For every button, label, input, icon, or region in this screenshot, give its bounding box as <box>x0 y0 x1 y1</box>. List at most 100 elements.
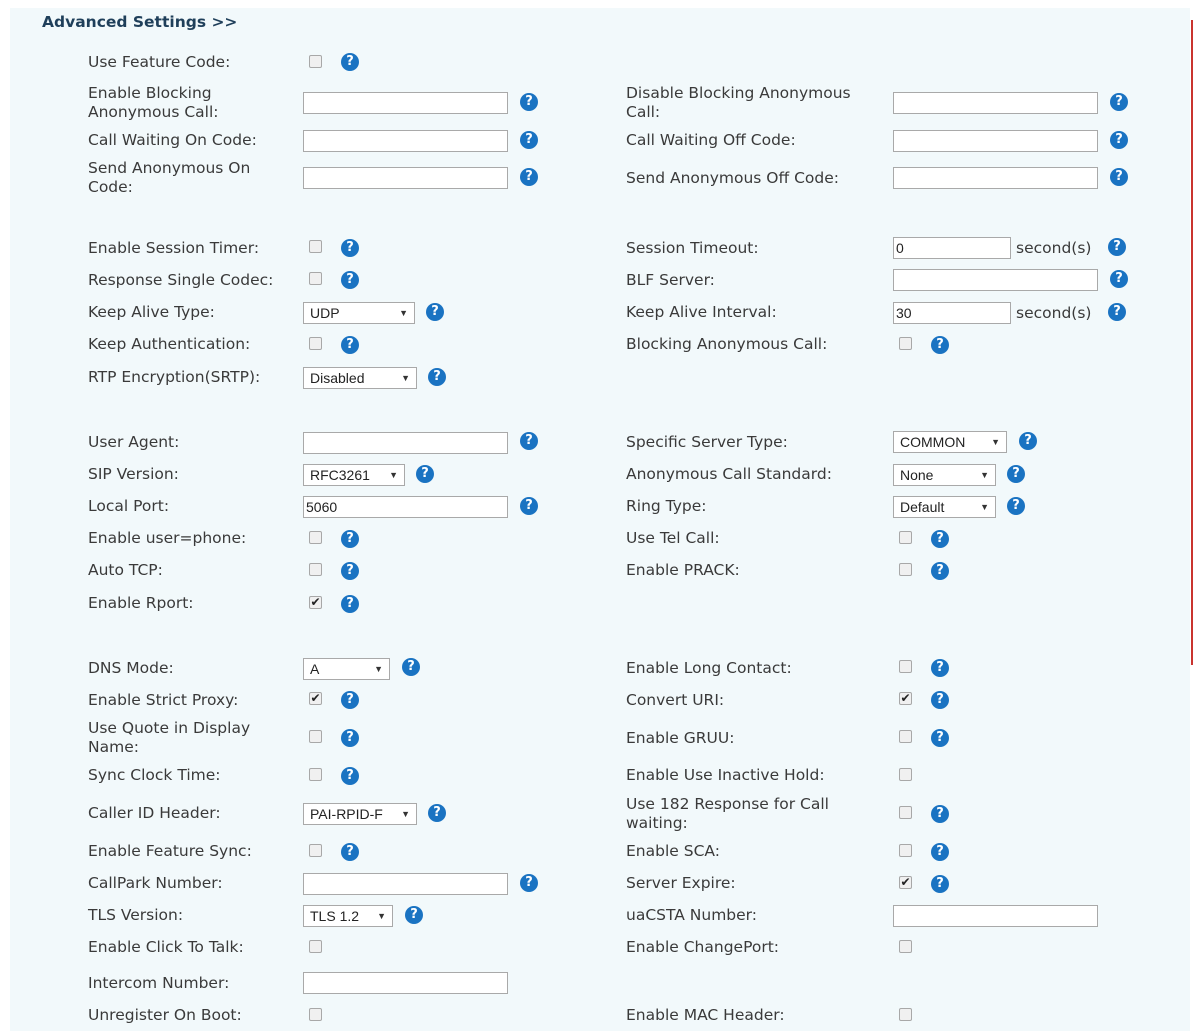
help-icon[interactable]: ? <box>520 432 538 450</box>
enable-strict-proxy-checkbox[interactable]: ✔ <box>309 692 322 705</box>
disable-blocking-anon-call-input[interactable] <box>893 92 1098 114</box>
caller-id-header-select[interactable]: PAI-RPID-F ▼ <box>303 803 417 825</box>
help-icon[interactable]: ? <box>931 729 949 747</box>
user-agent-input[interactable] <box>303 432 508 454</box>
help-icon[interactable]: ? <box>428 804 446 822</box>
ring-type-select[interactable]: Default ▼ <box>893 496 996 518</box>
dns-mode-select[interactable]: A ▼ <box>303 658 390 680</box>
help-icon[interactable]: ? <box>341 691 359 709</box>
help-icon[interactable]: ? <box>341 271 359 289</box>
enable-user-phone-checkbox[interactable] <box>309 531 322 544</box>
send-anon-on-code-input[interactable] <box>303 167 508 189</box>
use-182-response-checkbox[interactable] <box>899 806 912 819</box>
uacsta-number-label: uaCSTA Number: <box>626 906 757 924</box>
section-title[interactable]: Advanced Settings >> <box>42 13 237 31</box>
help-icon[interactable]: ? <box>931 562 949 580</box>
response-single-codec-checkbox[interactable] <box>309 272 322 285</box>
ring-type-value: Default <box>900 499 945 515</box>
session-timeout-input[interactable]: 0 <box>893 237 1011 259</box>
help-icon[interactable]: ? <box>931 530 949 548</box>
blocking-anon-call-checkbox[interactable] <box>899 337 912 350</box>
enable-gruu-checkbox[interactable] <box>899 730 912 743</box>
enable-use-inactive-hold-label: Enable Use Inactive Hold: <box>626 766 825 784</box>
enable-long-contact-checkbox[interactable] <box>899 660 912 673</box>
help-icon[interactable]: ? <box>520 168 538 186</box>
help-icon[interactable]: ? <box>1007 465 1025 483</box>
sip-version-select[interactable]: RFC3261 ▼ <box>303 464 405 486</box>
enable-feature-sync-checkbox[interactable] <box>309 844 322 857</box>
anon-call-standard-select[interactable]: None ▼ <box>893 464 996 486</box>
help-icon[interactable]: ? <box>1110 93 1128 111</box>
help-icon[interactable]: ? <box>341 562 359 580</box>
unregister-on-boot-checkbox[interactable] <box>309 1008 322 1021</box>
enable-prack-checkbox[interactable] <box>899 563 912 576</box>
uacsta-number-input[interactable] <box>893 905 1098 927</box>
help-icon[interactable]: ? <box>1019 432 1037 450</box>
help-icon[interactable]: ? <box>1110 131 1128 149</box>
sync-clock-time-checkbox[interactable] <box>309 768 322 781</box>
help-icon[interactable]: ? <box>426 303 444 321</box>
help-icon[interactable]: ? <box>341 729 359 747</box>
use-feature-code-label: Use Feature Code: <box>88 53 231 71</box>
help-icon[interactable]: ? <box>428 368 446 386</box>
help-icon[interactable]: ? <box>1108 303 1126 321</box>
tls-version-select[interactable]: TLS 1.2 ▼ <box>303 905 393 927</box>
enable-gruu-label: Enable GRUU: <box>626 729 735 747</box>
keep-authentication-checkbox[interactable] <box>309 337 322 350</box>
rtp-encryption-select[interactable]: Disabled ▼ <box>303 367 417 389</box>
help-icon[interactable]: ? <box>402 658 420 676</box>
help-icon[interactable]: ? <box>1110 168 1128 186</box>
use-feature-code-checkbox[interactable] <box>309 55 322 68</box>
help-icon[interactable]: ? <box>341 239 359 257</box>
help-icon[interactable]: ? <box>520 93 538 111</box>
convert-uri-checkbox[interactable]: ✔ <box>899 692 912 705</box>
enable-blocking-anon-call-input[interactable] <box>303 92 508 114</box>
enable-mac-header-checkbox[interactable] <box>899 1008 912 1021</box>
intercom-number-input[interactable] <box>303 972 508 994</box>
help-icon[interactable]: ? <box>1110 270 1128 288</box>
use-tel-call-checkbox[interactable] <box>899 531 912 544</box>
help-icon[interactable]: ? <box>931 336 949 354</box>
help-icon[interactable]: ? <box>341 767 359 785</box>
help-icon[interactable]: ? <box>931 659 949 677</box>
auto-tcp-checkbox[interactable] <box>309 563 322 576</box>
help-icon[interactable]: ? <box>341 530 359 548</box>
server-expire-checkbox[interactable]: ✔ <box>899 876 912 889</box>
help-icon[interactable]: ? <box>520 874 538 892</box>
help-icon[interactable]: ? <box>520 497 538 515</box>
enable-changeport-checkbox[interactable] <box>899 940 912 953</box>
send-anon-off-code-input[interactable] <box>893 167 1098 189</box>
enable-sca-checkbox[interactable] <box>899 844 912 857</box>
enable-click-to-talk-checkbox[interactable] <box>309 940 322 953</box>
keep-alive-interval-input[interactable]: 30 <box>893 302 1011 324</box>
sip-version-label: SIP Version: <box>88 465 179 483</box>
help-icon[interactable]: ? <box>520 131 538 149</box>
help-icon[interactable]: ? <box>341 53 359 71</box>
help-icon[interactable]: ? <box>1007 497 1025 515</box>
help-icon[interactable]: ? <box>931 805 949 823</box>
help-icon[interactable]: ? <box>931 843 949 861</box>
help-icon[interactable]: ? <box>341 336 359 354</box>
enable-session-timer-checkbox[interactable] <box>309 240 322 253</box>
call-waiting-off-code-input[interactable] <box>893 130 1098 152</box>
dropdown-arrow-icon: ▼ <box>401 809 410 819</box>
help-icon[interactable]: ? <box>1108 238 1126 256</box>
dropdown-arrow-icon: ▼ <box>401 373 410 383</box>
local-port-input[interactable]: 5060 <box>303 496 508 518</box>
call-waiting-on-code-input[interactable] <box>303 130 508 152</box>
keep-alive-type-select[interactable]: UDP ▼ <box>303 302 415 324</box>
use-quote-display-name-checkbox[interactable] <box>309 730 322 743</box>
enable-use-inactive-hold-checkbox[interactable] <box>899 768 912 781</box>
help-icon[interactable]: ? <box>931 875 949 893</box>
callpark-number-input[interactable] <box>303 873 508 895</box>
enable-rport-checkbox[interactable]: ✔ <box>309 596 322 609</box>
dropdown-arrow-icon: ▼ <box>399 308 408 318</box>
help-icon[interactable]: ? <box>341 843 359 861</box>
blf-server-input[interactable] <box>893 269 1098 291</box>
specific-server-type-select[interactable]: COMMON ▼ <box>893 431 1007 453</box>
enable-mac-header-label: Enable MAC Header: <box>626 1006 785 1024</box>
help-icon[interactable]: ? <box>416 465 434 483</box>
help-icon[interactable]: ? <box>341 595 359 613</box>
help-icon[interactable]: ? <box>405 906 423 924</box>
help-icon[interactable]: ? <box>931 691 949 709</box>
